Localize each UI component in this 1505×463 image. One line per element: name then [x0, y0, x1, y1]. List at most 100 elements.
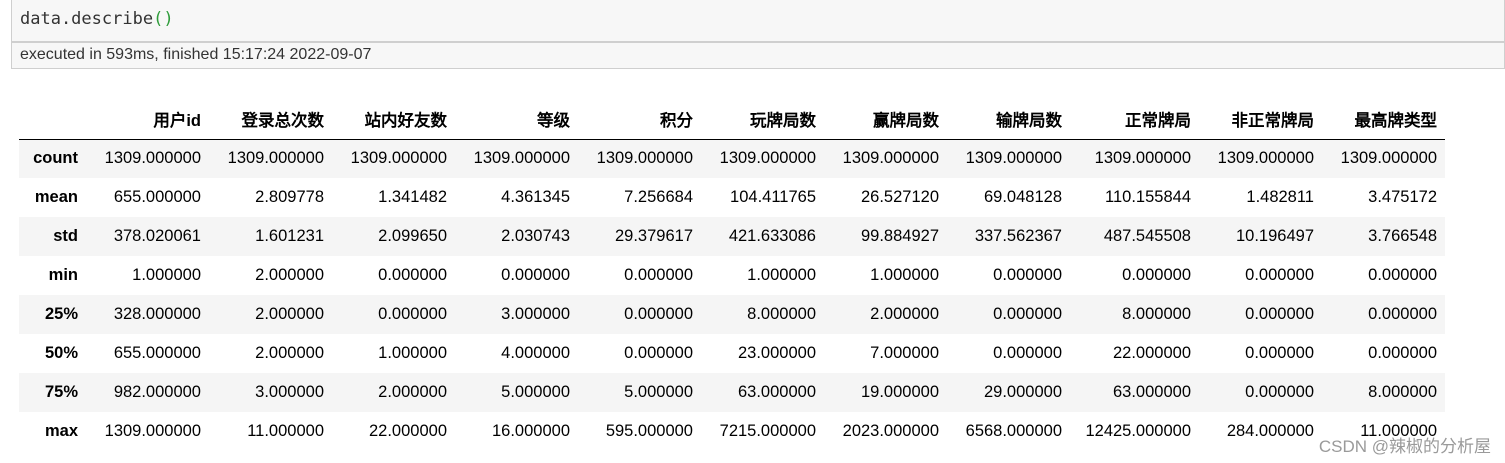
table-cell: 0.000000	[624, 344, 693, 362]
table-cell: 0.000000	[993, 344, 1062, 362]
table-cell: 1309.000000	[842, 149, 939, 168]
table-cell: 8.000000	[1368, 383, 1437, 401]
column-header: 正常牌局	[1070, 99, 1199, 140]
table-row: 25% 328.000000 2.000000 0.000000 3.000000 0.0…	[19, 295, 1445, 334]
table-cell: 0.000000	[993, 305, 1062, 323]
table-cell: 421.633086	[728, 227, 816, 245]
table-cell: 4.000000	[501, 344, 570, 362]
column-header: 用户id	[86, 99, 209, 140]
table-cell: 2.099650	[378, 227, 447, 245]
code-close-paren: )	[163, 9, 174, 29]
column-header: 积分	[578, 99, 701, 140]
table-cell: 0.000000	[1245, 344, 1314, 362]
table-cell: 337.562367	[974, 227, 1062, 245]
table-cell: 16.000000	[492, 422, 570, 440]
table-cell: 5.000000	[624, 383, 693, 401]
row-index-label: std	[53, 227, 78, 245]
table-cell: 22.000000	[369, 422, 447, 440]
table-cell: 1.000000	[132, 266, 201, 284]
row-index-label: max	[44, 422, 78, 440]
table-cell: 10.196497	[1236, 227, 1314, 245]
column-header: 玩牌局数	[701, 99, 824, 140]
table-cell: 7.256684	[624, 188, 693, 206]
table-cell: 104.411765	[730, 188, 816, 206]
row-index-label: mean	[34, 188, 78, 206]
table-cell: 29.000000	[984, 383, 1062, 401]
row-index-label: 50%	[44, 344, 78, 362]
row-index-label: 25%	[44, 305, 78, 323]
table-cell: 0.000000	[993, 266, 1062, 284]
table-cell: 0.000000	[1245, 383, 1314, 401]
table-cell: 1.341482	[378, 188, 447, 206]
table-cell: 0.000000	[1122, 266, 1191, 284]
table-cell: 2.809778	[255, 188, 324, 206]
table-cell: 4.361345	[501, 188, 570, 206]
table-cell: 0.000000	[1368, 344, 1437, 362]
code-text[interactable]: data.describe()	[20, 9, 174, 29]
column-header: 赢牌局数	[824, 99, 947, 140]
table-row: 50% 655.000000 2.000000 1.000000 4.000000 0.0…	[19, 334, 1445, 373]
table-cell: 0.000000	[624, 266, 693, 284]
table-cell: 3.000000	[501, 305, 570, 323]
table-cell: 63.000000	[1113, 383, 1191, 401]
column-header: 等级	[455, 99, 578, 140]
table-cell: 1309.000000	[104, 422, 201, 440]
table-cell: 1.000000	[747, 266, 816, 284]
table-cell: 8.000000	[1122, 305, 1191, 323]
row-index-label: count	[33, 149, 78, 168]
table-cell: 1309.000000	[965, 149, 1062, 168]
index-header	[19, 99, 86, 140]
table-cell: 0.000000	[1368, 305, 1437, 323]
table-cell: 2.030743	[501, 227, 570, 245]
table-cell: 110.155844	[1105, 188, 1191, 206]
table-cell: 1.482811	[1246, 188, 1314, 206]
column-header: 登录总次数	[209, 99, 332, 140]
table-cell: 1309.000000	[227, 149, 324, 168]
table-row: min 1.000000 2.000000 0.000000 0.000000 0.000…	[19, 256, 1445, 295]
table-cell: 595.000000	[605, 422, 693, 440]
watermark: CSDN @辣椒的分析屋	[1318, 437, 1491, 456]
table-cell: 69.048128	[984, 188, 1062, 206]
table-cell: 0.000000	[1245, 266, 1314, 284]
table-cell: 2.000000	[255, 266, 324, 284]
table-cell: 1.000000	[378, 344, 447, 362]
table-cell: 2.000000	[378, 383, 447, 401]
column-header: 非正常牌局	[1199, 99, 1322, 140]
table-cell: 1.601231	[255, 227, 324, 245]
table-cell: 29.379617	[615, 227, 693, 245]
table-cell: 1.000000	[870, 266, 939, 284]
table-cell: 982.000000	[113, 383, 201, 401]
code-open-paren: (	[153, 9, 164, 29]
table-row: 75% 982.000000 3.000000 2.000000 5.000000 5.0…	[19, 373, 1445, 412]
table-cell: 0.000000	[378, 305, 447, 323]
table-cell: 0.000000	[1245, 305, 1314, 323]
table-cell: 0.000000	[624, 305, 693, 323]
row-index-label: 75%	[44, 383, 78, 401]
table-cell: 1309.000000	[719, 149, 816, 168]
table-cell: 12425.000000	[1085, 422, 1191, 440]
table-cell: 99.884927	[861, 227, 939, 245]
table-header-row: 用户id 登录总次数 站内好友数 等级 积分 玩牌局数 赢牌局数 输牌局数 正常…	[19, 99, 1445, 140]
table-cell: 2023.000000	[842, 422, 939, 440]
table-cell: 655.000000	[113, 188, 201, 206]
table-cell: 3.766548	[1368, 227, 1437, 245]
column-header: 站内好友数	[332, 99, 455, 140]
table-cell: 2.000000	[255, 305, 324, 323]
table-cell: 63.000000	[738, 383, 816, 401]
code-cell-input[interactable]: data.describe()	[11, 0, 1505, 42]
table-cell: 1309.000000	[1340, 149, 1437, 168]
table-row: mean 655.000000 2.809778 1.341482 4.361345 7.…	[19, 178, 1445, 217]
table-cell: 26.527120	[861, 188, 939, 206]
table-row: max 1309.000000 11.000000 22.000000 16.00000…	[19, 412, 1445, 451]
table-cell: 1309.000000	[350, 149, 447, 168]
table-cell: 7215.000000	[719, 422, 816, 440]
table-cell: 5.000000	[501, 383, 570, 401]
column-header: 输牌局数	[947, 99, 1070, 140]
table-cell: 328.000000	[113, 305, 201, 323]
table-cell: 23.000000	[738, 344, 816, 362]
table-cell: 1309.000000	[1094, 149, 1191, 168]
table-cell: 2.000000	[870, 305, 939, 323]
table-cell: 0.000000	[1368, 266, 1437, 284]
table-row: std 378.020061 1.601231 2.099650 2.030743 29.…	[19, 217, 1445, 256]
table-cell: 2.000000	[255, 344, 324, 362]
